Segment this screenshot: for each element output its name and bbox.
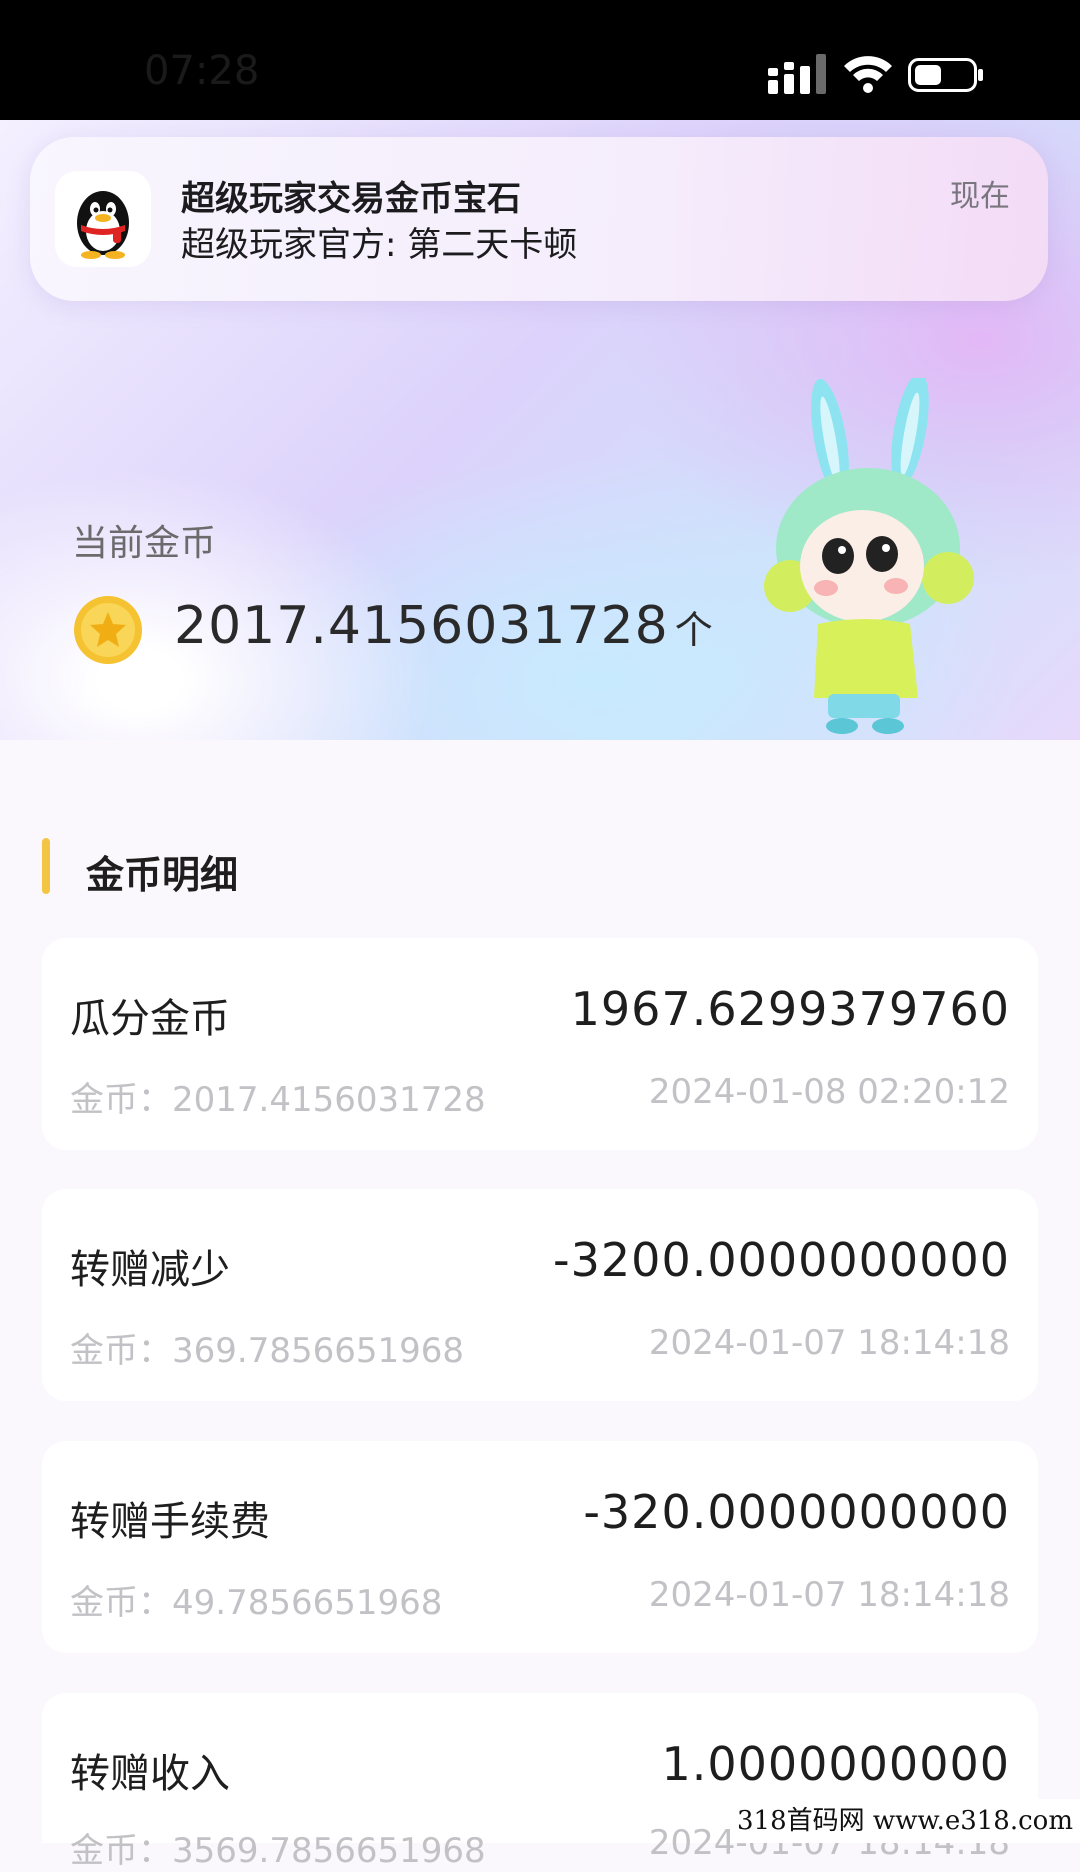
record-amount: -3200.0000000000 <box>553 1233 1010 1287</box>
watermark: 318首码网 www.e318.com <box>730 1799 1080 1843</box>
record-time: 2024-01-07 18:14:18 <box>648 1323 1010 1363</box>
current-coins-unit: 个 <box>674 608 714 652</box>
section-title: 金币明细 <box>86 853 239 897</box>
record-title: 瓜分金币 <box>70 996 230 1042</box>
record-balance-prefix: 金币： <box>70 1331 172 1371</box>
notification-title: 超级玩家交易金币宝石 <box>181 179 521 219</box>
record-balance-prefix: 金币： <box>70 1080 172 1120</box>
record-balance-value: 3569.7856651968 <box>172 1831 486 1871</box>
record-balance-prefix: 金币： <box>70 1831 172 1871</box>
current-coins-value: 2017.4156031728 个 <box>174 596 714 656</box>
list-item[interactable]: 转赠手续费 -320.0000000000 金币：49.7856651968 2… <box>42 1441 1038 1653</box>
notification-banner[interactable]: 超级玩家交易金币宝石 超级玩家官方: 第二天卡顿 现在 <box>30 137 1048 301</box>
record-balance: 金币：3569.7856651968 <box>70 1823 486 1872</box>
record-title: 转赠减少 <box>70 1247 230 1293</box>
record-amount: 1.0000000000 <box>661 1737 1010 1791</box>
record-time: 2024-01-07 18:14:18 <box>648 1575 1010 1615</box>
record-title: 转赠收入 <box>70 1751 230 1797</box>
battery-icon <box>908 58 983 92</box>
record-amount: 1967.6299379760 <box>570 982 1010 1036</box>
section-accent-bar <box>42 838 50 894</box>
status-time: 07:28 <box>144 48 260 94</box>
bunny-mascot-illustration <box>764 378 974 734</box>
record-balance: 金币：2017.4156031728 <box>70 1072 486 1121</box>
record-balance-value: 49.7856651968 <box>172 1583 443 1623</box>
current-coins-amount: 2017.4156031728 <box>174 596 669 656</box>
record-time: 2024-01-08 02:20:12 <box>648 1072 1010 1112</box>
list-item[interactable]: 转赠减少 -3200.0000000000 金币：369.7856651968 … <box>42 1189 1038 1401</box>
notification-body: 超级玩家官方: 第二天卡顿 <box>181 225 578 265</box>
list-item[interactable]: 瓜分金币 1967.6299379760 金币：2017.4156031728 … <box>42 938 1038 1150</box>
record-title: 转赠手续费 <box>70 1499 270 1545</box>
gold-coin-icon <box>74 596 142 664</box>
notification-time: 现在 <box>950 179 1010 214</box>
current-coins-label: 当前金币 <box>72 523 217 564</box>
record-balance-value: 2017.4156031728 <box>172 1080 486 1120</box>
wifi-icon <box>844 56 892 93</box>
record-amount: -320.0000000000 <box>583 1485 1010 1539</box>
record-balance-value: 369.7856651968 <box>172 1331 465 1371</box>
record-balance: 金币：369.7856651968 <box>70 1323 464 1372</box>
qq-penguin-icon <box>55 171 151 267</box>
record-balance: 金币：49.7856651968 <box>70 1575 442 1624</box>
cellular-signal-icon <box>768 54 826 94</box>
record-balance-prefix: 金币： <box>70 1583 172 1623</box>
